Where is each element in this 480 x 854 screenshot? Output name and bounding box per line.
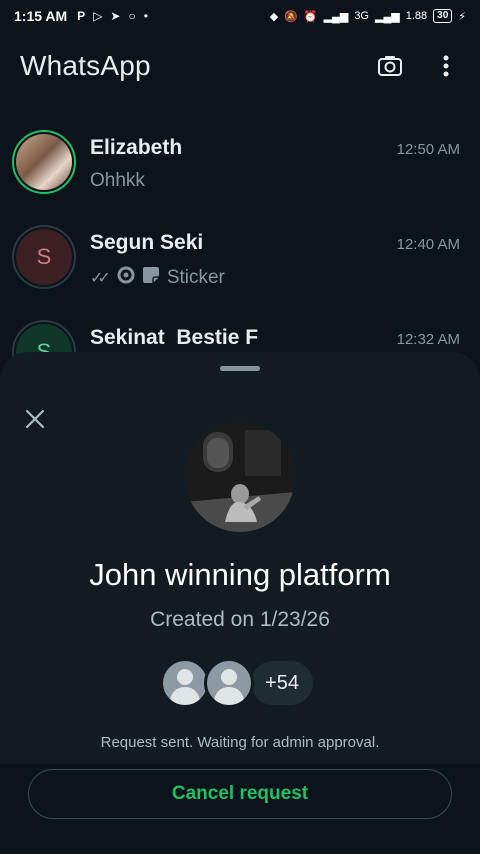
charging-icon: ⚡ <box>458 10 466 23</box>
chat-row-elizabeth[interactable]: Elizabeth 12:50 AM Ohhkk <box>0 120 480 215</box>
created-date: Created on 1/23/26 <box>150 608 330 631</box>
double-check-icon: ✓✓ <box>90 270 111 287</box>
dot-icon: • <box>143 9 148 23</box>
close-icon[interactable] <box>20 404 50 434</box>
chat-time: 12:40 AM <box>396 236 460 253</box>
chat-name: Segun Seki <box>90 231 204 254</box>
chat-preview: Sticker <box>166 267 225 288</box>
sheet-footer: Cancel request <box>0 764 480 854</box>
signal-icon-2: ▂▄▆ <box>375 10 400 23</box>
group-photo <box>185 422 295 532</box>
status-bar: 1:15 AM P ▷ ➤ ○ • ◆ 🔕 ⏰ ▂▄▆ 3G ▂▄▆ 1.88 … <box>0 0 480 32</box>
app-header: WhatsApp <box>0 40 480 92</box>
network-type: 3G <box>354 10 369 22</box>
chat-name: Elizabeth <box>90 136 183 159</box>
chat-preview: Ohhkk <box>90 170 145 191</box>
group-name: John winning platform <box>89 557 391 592</box>
group-invite-sheet: John winning platform Created on 1/23/26… <box>0 352 480 854</box>
more-options-icon[interactable] <box>432 52 460 80</box>
loading-icon <box>117 266 135 290</box>
alarm-icon: ⏰ <box>303 10 318 23</box>
cancel-request-button[interactable]: Cancel request <box>28 769 452 819</box>
play-icon: ▷ <box>93 9 103 23</box>
telegram-icon: ➤ <box>110 9 121 23</box>
drag-handle[interactable] <box>220 366 260 371</box>
avatar-initial: S <box>16 229 72 285</box>
p-app-icon: P <box>77 9 86 23</box>
chat-row-segun[interactable]: S Segun Seki 12:40 AM ✓✓ Sticker <box>0 215 480 310</box>
app-title: WhatsApp <box>20 50 151 81</box>
sticker-icon <box>141 265 161 291</box>
chat-time: 12:50 AM <box>396 141 460 158</box>
mute-icon: 🔕 <box>284 10 298 23</box>
member-avatar <box>204 658 254 708</box>
more-members-count: +54 <box>248 658 316 708</box>
request-status: Request sent. Waiting for admin approval… <box>100 734 380 751</box>
chat-time: 12:32 AM <box>396 331 460 348</box>
camera-icon[interactable] <box>376 52 404 80</box>
data-speed: 1.88 <box>405 10 428 22</box>
signal-icon: ▂▄▆ <box>323 10 349 23</box>
member-avatar <box>160 658 210 708</box>
avatar[interactable] <box>12 130 76 194</box>
avatar-photo <box>16 134 72 190</box>
status-time: 1:15 AM <box>14 8 68 24</box>
drop-icon: ◆ <box>269 10 279 23</box>
avatar[interactable]: S <box>12 225 76 289</box>
chat-name: Sekinat Bestie F <box>90 326 259 349</box>
battery-icon: 30 <box>433 9 453 23</box>
member-avatars: +54 <box>160 658 316 708</box>
whatsapp-notif-icon: ○ <box>128 9 136 23</box>
notification-icons: P ▷ ➤ ○ • <box>77 9 148 23</box>
system-icons: ◆ 🔕 ⏰ ▂▄▆ 3G ▂▄▆ 1.88 30 ⚡ <box>270 9 466 23</box>
